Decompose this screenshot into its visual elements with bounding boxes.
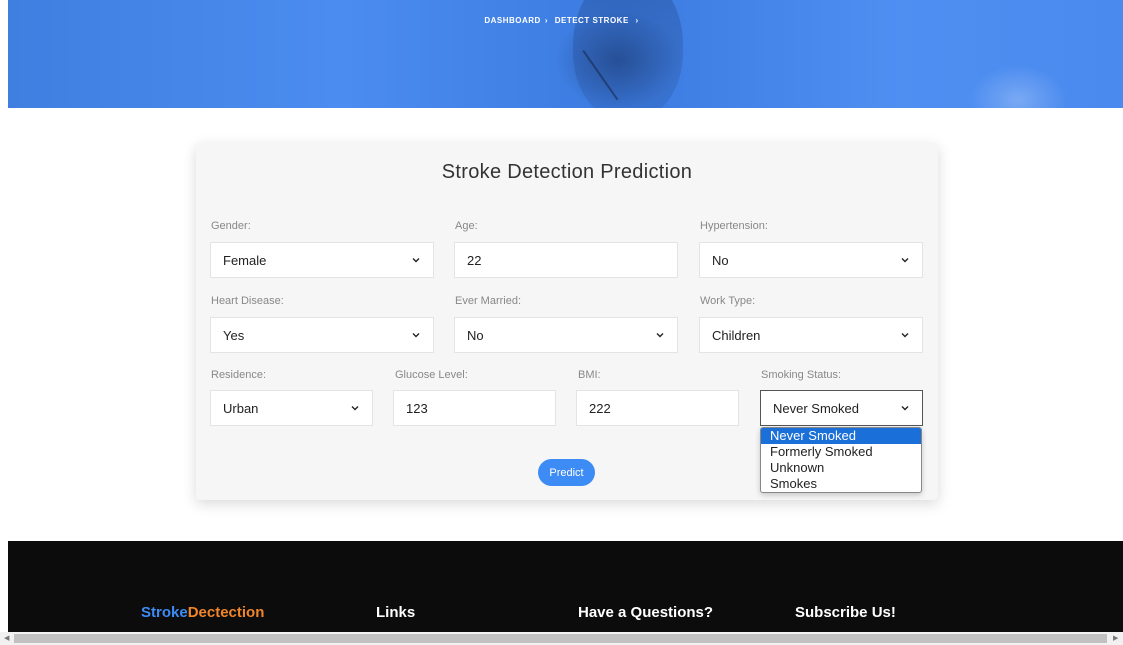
smoking-status-value: Never Smoked [773, 400, 859, 416]
gender-label: Gender: [211, 220, 251, 232]
scroll-right-icon[interactable]: ▶ [1113, 635, 1118, 642]
chevron-down-icon [656, 333, 664, 338]
dropdown-option[interactable]: Unknown [761, 460, 921, 476]
hypertension-select[interactable]: No [699, 242, 923, 278]
glucose-label: Glucose Level: [395, 369, 468, 381]
dropdown-option[interactable]: Formerly Smoked [761, 444, 921, 460]
scroll-left-icon[interactable]: ◀ [4, 635, 9, 642]
ever-married-value: No [467, 327, 484, 343]
age-value: 22 [467, 252, 482, 268]
age-label: Age: [455, 220, 478, 232]
work-type-value: Children [712, 327, 761, 343]
bmi-label: BMI: [578, 369, 601, 381]
chevron-down-icon [901, 258, 909, 263]
smoking-status-label: Smoking Status: [761, 369, 842, 381]
ever-married-label: Ever Married: [455, 295, 522, 307]
dropdown-option[interactable]: Never Smoked [761, 428, 921, 444]
scrollbar-thumb[interactable] [14, 634, 1107, 643]
footer-subscribe-heading: Subscribe Us! [795, 604, 896, 621]
gender-value: Female [223, 252, 267, 268]
form-title: Stroke Detection Prediction [441, 161, 693, 183]
predict-button[interactable]: Predict [538, 459, 595, 486]
hypertension-value: No [712, 252, 729, 268]
dropdown-option[interactable]: Smokes [761, 476, 921, 492]
residence-label: Residence: [211, 369, 267, 381]
brand-part-2: Dectection [187, 604, 265, 621]
age-input[interactable]: 22 [454, 242, 678, 278]
breadcrumb-separator: › [544, 16, 548, 25]
chevron-down-icon [901, 333, 909, 338]
breadcrumb-detect-stroke: DETECT STROKE [554, 16, 629, 25]
glucose-input[interactable]: 123 [393, 390, 556, 426]
chevron-down-icon [412, 258, 420, 263]
ever-married-select[interactable]: No [454, 317, 678, 353]
hypertension-label: Hypertension: [700, 220, 768, 232]
residence-value: Urban [223, 400, 259, 416]
chevron-down-icon [901, 406, 909, 411]
bmi-input[interactable]: 222 [576, 390, 739, 426]
brand-part-1: Stroke [141, 604, 188, 621]
glucose-value: 123 [406, 400, 428, 416]
footer-brand-logo[interactable]: StrokeDectection [141, 604, 264, 621]
breadcrumb-dashboard[interactable]: DASHBOARD [484, 16, 541, 25]
heart-disease-value: Yes [223, 327, 245, 343]
smoking-status-select[interactable]: Never Smoked [760, 390, 923, 426]
footer-questions-heading: Have a Questions? [578, 604, 714, 621]
horizontal-scrollbar[interactable]: ◀ ▶ [0, 632, 1123, 645]
heart-disease-label: Heart Disease: [211, 295, 284, 307]
site-footer: StrokeDectection Links Have a Questions?… [8, 541, 1123, 632]
breadcrumb: DASHBOARD › DETECT STROKE › [0, 16, 1123, 25]
chevron-down-icon [412, 333, 420, 338]
chevron-down-icon [351, 406, 359, 411]
residence-select[interactable]: Urban [210, 390, 373, 426]
gender-select[interactable]: Female [210, 242, 434, 278]
bmi-value: 222 [589, 400, 611, 416]
footer-links-heading: Links [376, 604, 416, 621]
work-type-label: Work Type: [700, 295, 756, 307]
work-type-select[interactable]: Children [699, 317, 923, 353]
heart-disease-select[interactable]: Yes [210, 317, 434, 353]
breadcrumb-separator-end: › [635, 16, 639, 25]
smoking-status-dropdown: Never Smoked Formerly Smoked Unknown Smo… [760, 427, 922, 493]
